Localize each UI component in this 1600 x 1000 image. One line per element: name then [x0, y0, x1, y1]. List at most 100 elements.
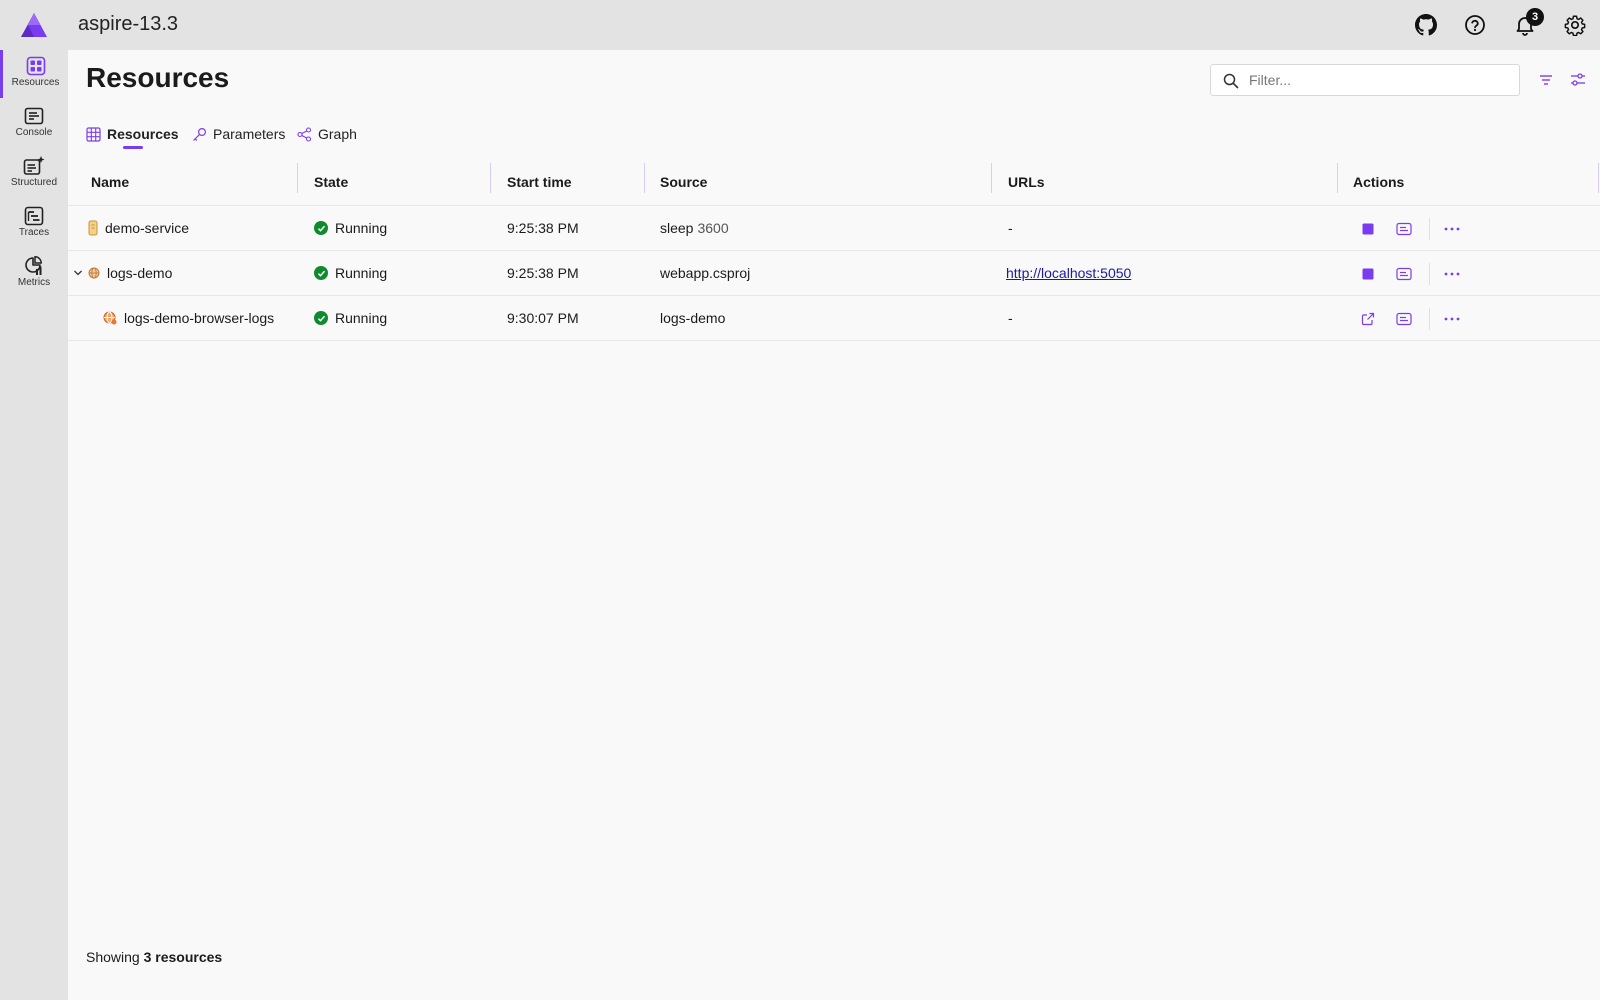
tab-parameters[interactable]: Parameters [192, 120, 285, 148]
nav-label-structured: Structured [10, 177, 58, 188]
start-time-cell: 9:25:38 PM [507, 220, 579, 236]
top-header: aspire-13.3 3 [0, 0, 1600, 50]
nav-item-traces[interactable]: Traces [0, 200, 68, 248]
more-actions-button[interactable] [1442, 264, 1462, 284]
resource-name-cell: logs-demo [88, 265, 172, 281]
state-cell: Running [314, 220, 387, 236]
actions-divider [1429, 263, 1430, 285]
settings-sliders-icon[interactable] [1567, 69, 1589, 91]
resources-icon [26, 56, 45, 76]
nav-item-structured[interactable]: Structured [0, 150, 68, 198]
active-tab-indicator [123, 146, 143, 149]
stop-icon [1362, 268, 1374, 280]
executable-icon [88, 220, 98, 236]
resource-count-footer: Showing 3 resources [86, 949, 222, 965]
table-row[interactable]: logs-demo-browser-logs Running 9:30:07 P… [68, 296, 1600, 341]
browser-logs-icon [103, 311, 117, 325]
left-nav-sidebar: Resources Console Structured Traces Metr… [0, 50, 68, 1000]
column-resize-handle[interactable] [644, 163, 645, 193]
console-logs-icon [1396, 312, 1412, 326]
column-header-urls[interactable]: URLs [1008, 174, 1045, 190]
table-row[interactable]: demo-service Running 9:25:38 PM sleep 36… [68, 206, 1600, 251]
nav-label-metrics: Metrics [17, 277, 51, 288]
more-horizontal-icon [1444, 272, 1460, 276]
state-cell: Running [314, 310, 387, 326]
source-cell: webapp.csproj [660, 265, 751, 281]
stop-button[interactable] [1358, 219, 1378, 239]
tab-resources[interactable]: Resources [86, 120, 179, 148]
column-resize-handle[interactable] [991, 163, 992, 193]
console-icon [24, 107, 44, 125]
open-external-icon [1361, 312, 1375, 326]
console-logs-button[interactable] [1394, 219, 1414, 239]
source-cell: logs-demo [660, 310, 726, 326]
tab-graph[interactable]: Graph [297, 120, 357, 148]
column-resize-handle[interactable] [1337, 163, 1338, 193]
running-check-icon [314, 221, 328, 235]
source-cell: sleep 3600 [660, 220, 729, 236]
nav-label-resources: Resources [11, 77, 60, 88]
console-logs-icon [1396, 267, 1412, 281]
column-header-start-time[interactable]: Start time [507, 174, 572, 190]
more-horizontal-icon [1444, 317, 1460, 321]
notifications-bell-icon[interactable]: 3 [1512, 8, 1544, 38]
actions-divider [1429, 218, 1430, 240]
open-in-new-button[interactable] [1358, 309, 1378, 329]
source-text: sleep [660, 220, 694, 236]
filter-search-box[interactable] [1210, 64, 1520, 96]
urls-cell: - [1008, 310, 1013, 326]
urls-cell: http://localhost:5050 [1006, 265, 1131, 281]
running-check-icon [314, 266, 328, 280]
console-logs-button[interactable] [1394, 264, 1414, 284]
column-header-state[interactable]: State [314, 174, 348, 190]
aspire-logo-icon[interactable] [20, 12, 48, 38]
footer-prefix: Showing [86, 949, 140, 965]
collapse-row-button[interactable] [71, 266, 85, 280]
column-header-actions: Actions [1353, 174, 1405, 190]
column-header-source[interactable]: Source [660, 174, 707, 190]
state-text: Running [335, 220, 388, 236]
stop-icon [1362, 223, 1374, 235]
table-row[interactable]: logs-demo Running 9:25:38 PM webapp.cspr… [68, 251, 1600, 296]
stop-button[interactable] [1358, 264, 1378, 284]
traces-icon [24, 206, 44, 226]
filter-icon[interactable] [1535, 69, 1557, 91]
resource-name[interactable]: demo-service [105, 220, 189, 236]
column-resize-handle[interactable] [1598, 163, 1599, 193]
nav-item-metrics[interactable]: Metrics [0, 250, 68, 298]
nav-item-console[interactable]: Console [0, 100, 68, 148]
more-actions-button[interactable] [1442, 309, 1462, 329]
resource-name-cell: demo-service [88, 220, 189, 236]
tab-label: Parameters [213, 126, 286, 142]
column-resize-handle[interactable] [297, 163, 298, 193]
tab-label: Resources [107, 126, 179, 142]
notification-count-badge: 3 [1526, 8, 1544, 26]
key-icon [193, 127, 207, 141]
state-text: Running [335, 310, 388, 326]
metrics-icon [25, 256, 42, 275]
app-title[interactable]: aspire-13.3 [78, 13, 178, 36]
settings-gear-icon[interactable] [1562, 12, 1588, 38]
resource-name[interactable]: logs-demo [107, 265, 172, 281]
resource-name-cell: logs-demo-browser-logs [103, 310, 274, 326]
more-horizontal-icon [1444, 227, 1460, 231]
running-check-icon [314, 311, 328, 325]
actions-divider [1429, 308, 1430, 330]
column-resize-handle[interactable] [490, 163, 491, 193]
resource-name[interactable]: logs-demo-browser-logs [124, 310, 274, 326]
github-icon[interactable] [1413, 12, 1439, 38]
more-actions-button[interactable] [1442, 219, 1462, 239]
page-title: Resources [86, 62, 230, 93]
source-args: 3600 [697, 220, 729, 236]
console-logs-button[interactable] [1394, 309, 1414, 329]
endpoint-url-link[interactable]: http://localhost:5050 [1006, 265, 1131, 281]
grid-icon [86, 126, 101, 142]
nav-item-resources[interactable]: Resources [0, 50, 68, 98]
chevron-down-icon [74, 270, 82, 276]
grid-header-row: Name State Start time Source URLs Action… [68, 160, 1600, 206]
filter-input[interactable] [1249, 68, 1509, 92]
start-time-cell: 9:25:38 PM [507, 265, 579, 281]
help-icon[interactable] [1462, 12, 1488, 38]
urls-cell: - [1008, 220, 1013, 236]
column-header-name[interactable]: Name [91, 174, 129, 190]
